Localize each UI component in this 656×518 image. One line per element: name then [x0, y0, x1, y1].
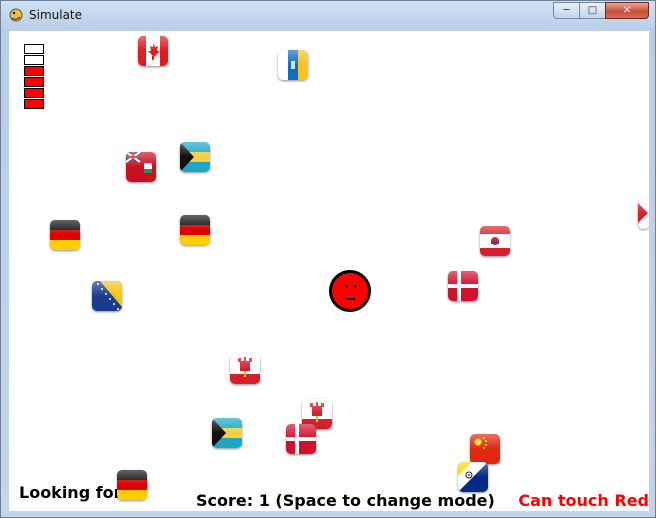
maximize-icon: □: [587, 5, 598, 16]
life-slot: [24, 88, 44, 98]
minimize-button[interactable]: ─: [553, 2, 579, 19]
flag-bermuda: [126, 152, 156, 182]
flag-germany: [180, 215, 210, 245]
life-slot: [24, 55, 44, 65]
player-mouth: [346, 298, 355, 300]
player-right-eye: [353, 285, 356, 288]
flag-china: [470, 434, 500, 464]
minimize-icon: ─: [563, 5, 570, 16]
close-button[interactable]: ✕: [605, 2, 649, 19]
looking-for-label: Looking for:: [19, 483, 128, 502]
flag-canada: [138, 36, 168, 66]
window-controls: ─ □ ✕: [553, 2, 649, 20]
flag-denmark: [448, 271, 478, 301]
close-icon: ✕: [622, 5, 632, 16]
flag-french-polynesia: [480, 226, 510, 256]
life-slot: [24, 99, 44, 109]
flag-canary-islands: [278, 50, 308, 80]
mode-text: Can touch Red: [518, 491, 649, 510]
maximize-button[interactable]: □: [579, 2, 605, 19]
flag-bahamas: [212, 418, 242, 448]
title-bar[interactable]: Simulate ─ □ ✕: [1, 1, 655, 31]
lives-meter: [24, 44, 44, 110]
life-slot: [24, 44, 44, 54]
flag-denmark: [286, 424, 316, 454]
life-slot: [24, 66, 44, 76]
flag-bosnia-herzegovina: [92, 281, 122, 311]
flag-partial-flag-edge: [638, 199, 649, 229]
score-text: Score: 1 (Space to change mode): [196, 491, 495, 510]
flag-bahamas: [180, 142, 210, 172]
player-left-eye: [345, 285, 348, 288]
target-flag-germany: [117, 470, 147, 500]
game-window: Simulate ─ □ ✕ Looking for: Score: 1 (Sp…: [0, 0, 656, 518]
snake-icon: [8, 7, 24, 23]
life-slot: [24, 77, 44, 87]
game-canvas[interactable]: Looking for: Score: 1 (Space to change m…: [9, 31, 649, 511]
player-ball: [329, 270, 371, 312]
flag-bonaire: [458, 462, 488, 492]
window-title: Simulate: [29, 8, 83, 22]
flag-germany: [50, 220, 80, 250]
flag-gibraltar: [230, 354, 260, 384]
